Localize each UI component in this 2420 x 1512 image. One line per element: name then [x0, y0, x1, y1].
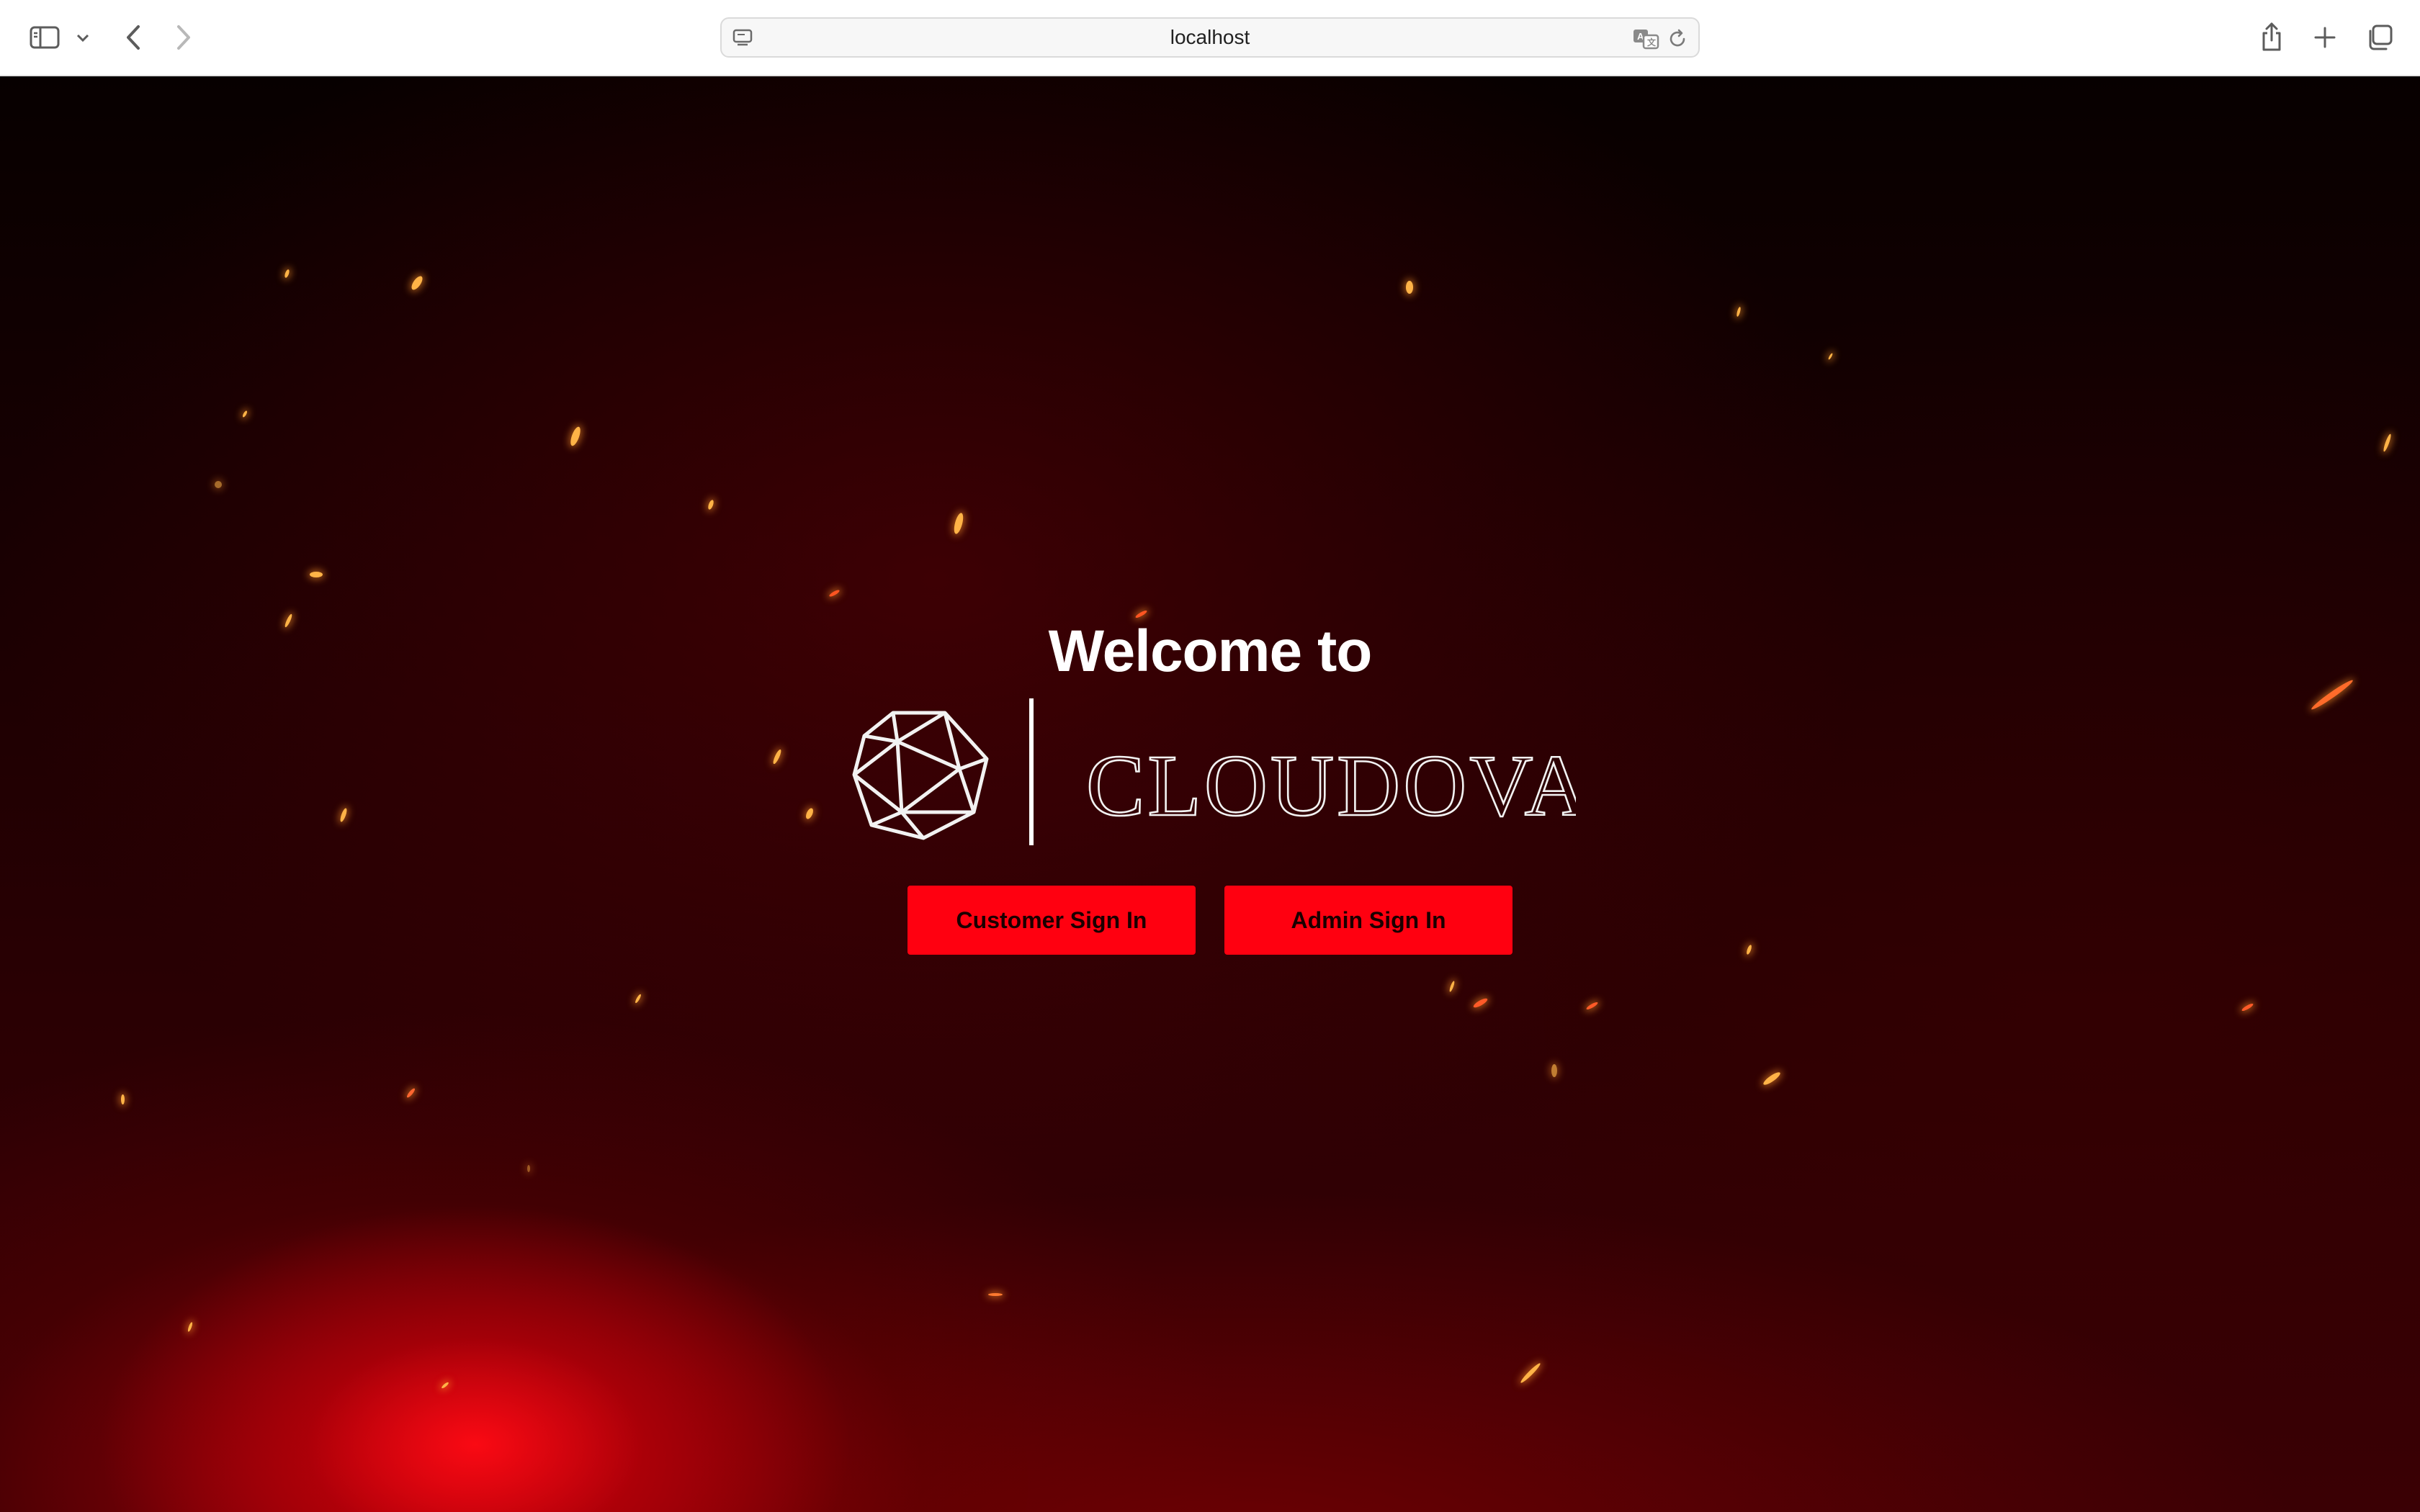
share-icon[interactable]: [2257, 19, 2286, 55]
back-arrow-icon[interactable]: [120, 22, 147, 53]
chevron-down-icon[interactable]: [72, 27, 94, 48]
page-background: Welcome to CLOUDOVA Customer Sign In Adm…: [0, 76, 2420, 1512]
admin-sign-in-button[interactable]: Admin Sign In: [1224, 886, 1512, 955]
browser-toolbar: localhost A 文: [0, 0, 2420, 76]
tab-overview-icon[interactable]: [2364, 22, 2396, 53]
cloudova-logo-icon: [850, 703, 994, 847]
address-bar[interactable]: localhost A 文: [720, 17, 1700, 58]
svg-text:文: 文: [1647, 37, 1657, 48]
brand-name: CLOUDOVA: [1086, 737, 1576, 834]
sidebar-toggle-icon[interactable]: [27, 23, 62, 52]
reload-icon[interactable]: [1667, 28, 1688, 53]
welcome-heading: Welcome to: [1048, 618, 1373, 684]
forward-arrow-icon[interactable]: [170, 22, 197, 53]
translate-icon[interactable]: A 文: [1632, 27, 1661, 54]
url-text: localhost: [1170, 26, 1250, 48]
brand-wordmark: CLOUDOVA: [1085, 732, 1589, 840]
logo-divider: [1029, 698, 1034, 845]
customer-sign-in-button[interactable]: Customer Sign In: [908, 886, 1196, 955]
new-tab-plus-icon[interactable]: [2311, 22, 2339, 53]
